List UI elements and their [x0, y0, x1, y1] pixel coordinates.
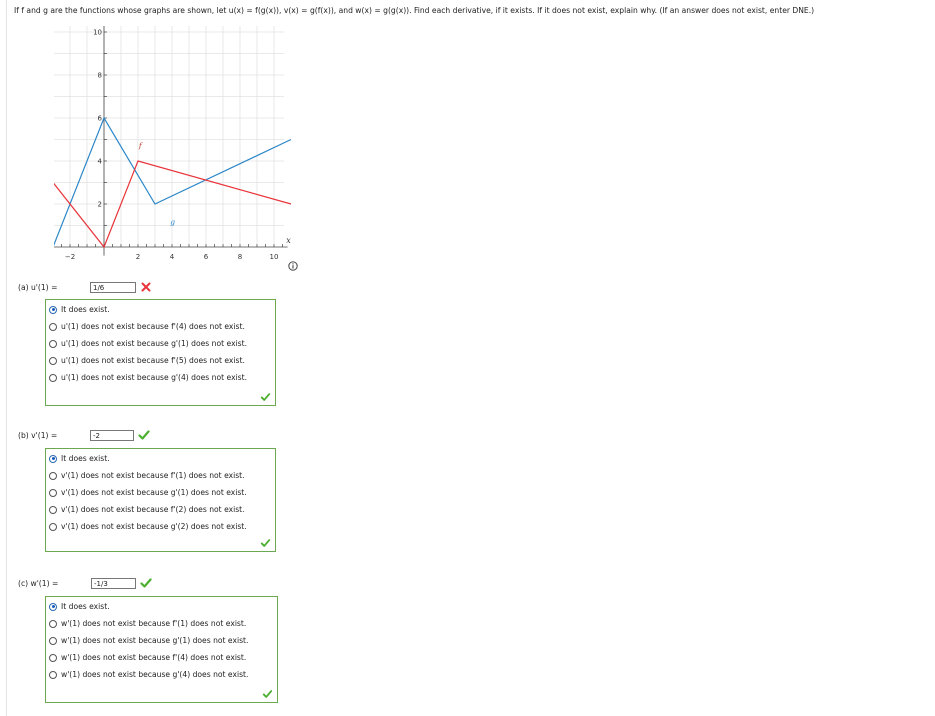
radio-button[interactable] — [49, 636, 57, 645]
radio-option[interactable]: w'(1) does not exist because g'(4) does … — [49, 668, 248, 681]
part-label: (a) u'(1) = — [18, 283, 58, 292]
radio-option-label: w'(1) does not exist because g'(1) does … — [61, 636, 249, 645]
options-correct-check-icon — [262, 690, 273, 698]
y-tick-label: 10 — [93, 29, 102, 37]
radio-option[interactable]: It does exist. — [49, 452, 110, 465]
radio-option[interactable]: w'(1) does not exist because f'(4) does … — [49, 651, 246, 664]
radio-button[interactable] — [49, 454, 57, 463]
radio-option[interactable]: v'(1) does not exist because f'(1) does … — [49, 469, 245, 482]
radio-option-label: w'(1) does not exist because f'(4) does … — [61, 653, 247, 662]
radio-option[interactable]: v'(1) does not exist because g'(1) does … — [49, 486, 247, 499]
radio-option-label: u'(1) does not exist because g'(1) does … — [61, 339, 248, 348]
radio-option[interactable]: w'(1) does not exist because f'(1) does … — [49, 617, 246, 630]
radio-option-label: w'(1) does not exist because f'(1) does … — [61, 619, 247, 628]
part-label: (b) v'(1) = — [18, 431, 58, 440]
function-graph: −2246810246810xyfg — [54, 26, 292, 261]
y-tick-label: 8 — [98, 72, 102, 80]
incorrect-x-icon — [141, 282, 151, 292]
radio-option[interactable]: v'(1) does not exist because g'(2) does … — [49, 520, 247, 533]
options-box: It does exist. w'(1) does not exist becau… — [45, 596, 278, 703]
options-correct-check-icon — [260, 539, 271, 547]
radio-button[interactable] — [49, 653, 57, 662]
x-axis-label: x — [286, 236, 291, 245]
x-tick-label: 6 — [204, 253, 209, 261]
radio-option-label: It does exist. — [61, 602, 110, 611]
y-tick-label: 6 — [98, 115, 103, 123]
x-tick-label: 8 — [238, 253, 242, 261]
options-box: It does exist. u'(1) does not exist becau… — [45, 299, 276, 406]
correct-check-icon — [138, 430, 150, 440]
radio-option[interactable]: w'(1) does not exist because g'(1) does … — [49, 634, 248, 647]
radio-option[interactable]: u'(1) does not exist because f'(5) does … — [49, 354, 245, 367]
radio-option-label: v'(1) does not exist because g'(2) does … — [61, 522, 247, 531]
radio-button[interactable] — [49, 339, 57, 348]
answer-input[interactable]: 1/6 — [90, 282, 136, 293]
radio-option-label: It does exist. — [61, 305, 110, 314]
radio-button[interactable] — [49, 305, 57, 314]
page: If f and g are the functions whose graph… — [0, 0, 935, 716]
radio-option-label: u'(1) does not exist because g'(4) does … — [61, 373, 248, 382]
f-curve-label: f — [138, 141, 143, 150]
y-tick-label: 4 — [98, 158, 103, 166]
g-curve-label: g — [170, 217, 175, 226]
part-label: (c) w'(1) = — [18, 579, 59, 588]
radio-option-label: v'(1) does not exist because f'(2) does … — [61, 505, 245, 514]
radio-option-label: It does exist. — [61, 454, 110, 463]
radio-button[interactable] — [49, 373, 57, 382]
answer-input[interactable]: -1/3 — [91, 578, 136, 589]
radio-button[interactable] — [49, 602, 57, 611]
radio-button[interactable] — [49, 670, 57, 679]
radio-button[interactable] — [49, 488, 57, 497]
radio-button[interactable] — [49, 471, 57, 480]
radio-option[interactable]: u'(1) does not exist because g'(1) does … — [49, 337, 247, 350]
question-text: If f and g are the functions whose graph… — [14, 6, 815, 15]
radio-option-label: u'(1) does not exist because f'(4) does … — [61, 322, 245, 331]
radio-button[interactable] — [49, 522, 57, 531]
radio-option-label: v'(1) does not exist because g'(1) does … — [61, 488, 247, 497]
radio-option-label: w'(1) does not exist because g'(4) does … — [61, 670, 249, 679]
info-icon[interactable] — [288, 261, 298, 271]
correct-check-icon — [140, 578, 152, 588]
radio-option[interactable]: u'(1) does not exist because f'(4) does … — [49, 320, 245, 333]
radio-option[interactable]: v'(1) does not exist because f'(2) does … — [49, 503, 245, 516]
x-tick-label: 2 — [136, 253, 140, 261]
answer-input[interactable]: -2 — [90, 430, 134, 441]
radio-button[interactable] — [49, 322, 57, 331]
radio-button[interactable] — [49, 619, 57, 628]
radio-option[interactable]: It does exist. — [49, 600, 110, 613]
x-tick-label: −2 — [65, 253, 75, 261]
radio-button[interactable] — [49, 505, 57, 514]
radio-option[interactable]: It does exist. — [49, 303, 110, 316]
left-divider — [6, 0, 7, 716]
x-tick-label: 10 — [270, 253, 279, 261]
radio-option[interactable]: u'(1) does not exist because g'(4) does … — [49, 371, 247, 384]
options-box: It does exist. v'(1) does not exist becau… — [45, 448, 276, 552]
radio-option-label: v'(1) does not exist because f'(1) does … — [61, 471, 245, 480]
radio-option-label: u'(1) does not exist because f'(5) does … — [61, 356, 245, 365]
options-correct-check-icon — [260, 393, 271, 401]
radio-button[interactable] — [49, 356, 57, 365]
y-tick-label: 2 — [98, 201, 102, 209]
x-tick-label: 4 — [170, 253, 175, 261]
